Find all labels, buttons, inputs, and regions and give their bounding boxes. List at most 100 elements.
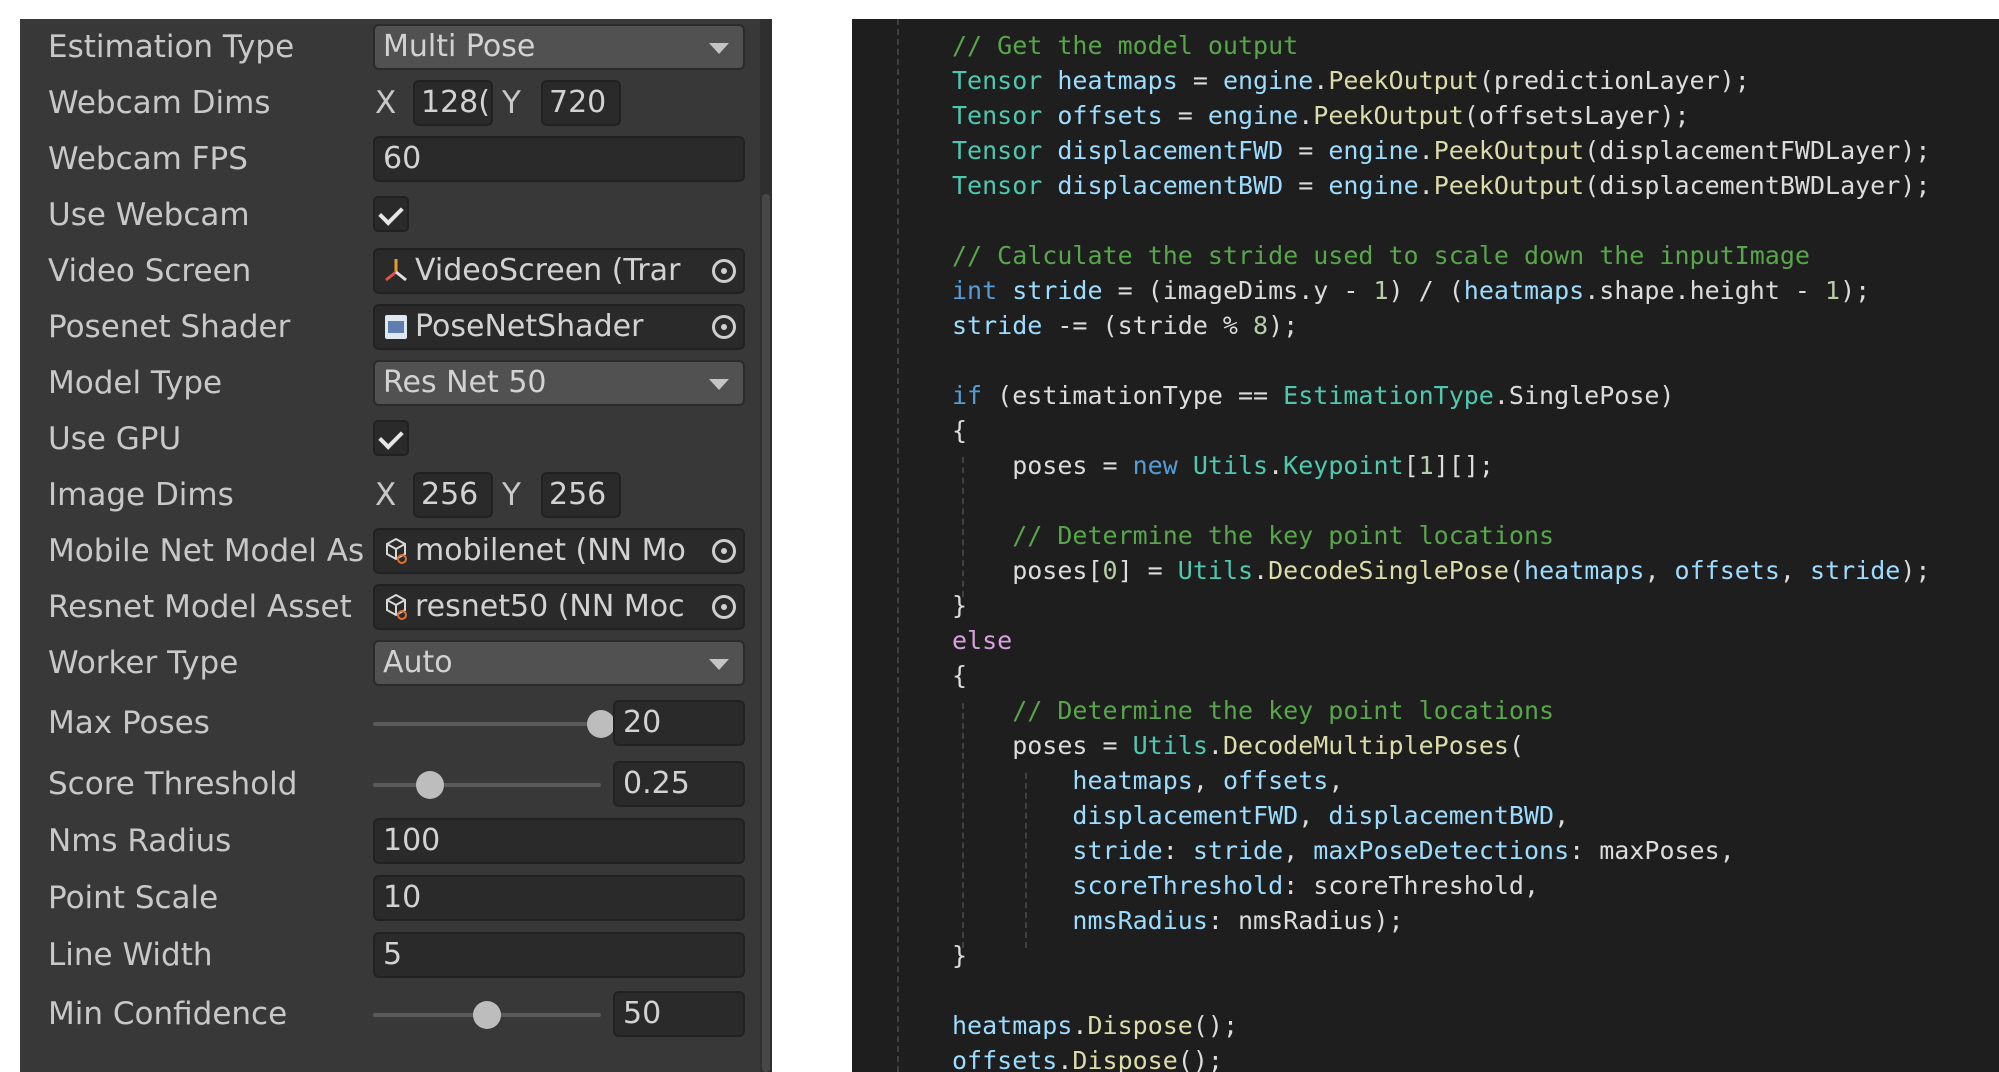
image-dims-y-field[interactable]: 256 — [541, 472, 621, 518]
min-confidence-field[interactable]: 50 — [613, 991, 745, 1037]
video-screen-object-field[interactable]: VideoScreen (Trar — [373, 248, 745, 294]
object-picker-icon[interactable] — [712, 315, 736, 339]
code-line: Tensor offsets = engine.PeekOutput(offse… — [952, 98, 1690, 133]
inspector-scrollbar[interactable] — [760, 19, 772, 1072]
max-poses-slider[interactable] — [373, 710, 615, 738]
code-line: int stride = (imageDims.y - 1) / (heatma… — [952, 273, 1870, 308]
min-confidence-slider[interactable] — [373, 1001, 601, 1029]
use-gpu-checkbox[interactable] — [373, 420, 409, 456]
code-token: .shape.height - — [1584, 276, 1826, 305]
scrollbar-thumb[interactable] — [762, 194, 770, 1072]
nms-radius-field[interactable]: 100 — [373, 818, 745, 864]
resnet-asset-object-field[interactable]: resnet50 (NN Moc — [373, 584, 745, 630]
worker-type-dropdown[interactable]: Auto — [373, 640, 745, 686]
object-picker-icon[interactable] — [712, 259, 736, 283]
code-token: poses = — [952, 731, 1133, 760]
code-token: PeekOutput — [1328, 66, 1479, 95]
code-token: = — [1177, 66, 1223, 95]
code-token: (); — [1192, 1011, 1238, 1040]
code-line: Tensor heatmaps = engine.PeekOutput(pred… — [952, 63, 1750, 98]
code-token: poses = — [952, 451, 1133, 480]
code-token: . — [1418, 136, 1434, 165]
code-token: } — [952, 941, 968, 970]
mobilenet-asset-object-field[interactable]: mobilenet (NN Mo — [373, 528, 745, 574]
code-line: scoreThreshold: scoreThreshold, — [952, 868, 1539, 903]
code-token: ( — [1508, 556, 1525, 585]
posenet-shader-object-field[interactable]: PoseNetShader — [373, 304, 745, 350]
code-token: engine — [1222, 66, 1314, 95]
point-scale-field[interactable]: 10 — [373, 875, 745, 921]
code-token: displacementFWD — [1057, 136, 1284, 165]
code-token: heatmaps — [1524, 556, 1645, 585]
code-token: poses[ — [952, 556, 1103, 585]
row-posenet-shader: Posenet Shader PoseNetShader — [20, 299, 760, 355]
code-token: engine — [1328, 136, 1419, 165]
code-token: // Get the model output — [952, 31, 1299, 60]
code-token: 0 — [1102, 556, 1118, 585]
code-token: , — [1328, 766, 1344, 795]
code-token: offsets — [1674, 556, 1780, 585]
row-image-dims: Image Dims X 256 Y 256 — [20, 467, 760, 523]
code-token: else — [952, 626, 1013, 655]
estimation-type-value: Multi Pose — [383, 29, 536, 64]
object-picker-icon[interactable] — [712, 539, 736, 563]
row-resnet-asset: Resnet Model Asset resnet50 (NN Moc — [20, 579, 760, 635]
slider-handle[interactable] — [416, 771, 444, 799]
code-token: PeekOutput — [1313, 101, 1464, 130]
mobilenet-asset-label: Mobile Net Model As — [48, 533, 365, 569]
score-threshold-field[interactable]: 0.25 — [613, 761, 745, 807]
model-type-dropdown[interactable]: Res Net 50 — [373, 360, 745, 406]
code-token: EstimationType — [1283, 381, 1494, 410]
code-token: = — [1162, 101, 1208, 130]
point-scale-label: Point Scale — [48, 880, 219, 916]
webcam-dims-x-field[interactable]: 128( — [413, 80, 493, 126]
code-token: // Calculate the stride used to scale do… — [952, 241, 1810, 270]
code-line: if (estimationType == EstimationType.Sin… — [952, 378, 1674, 413]
checkmark-icon — [378, 200, 404, 226]
code-editor[interactable]: // Get the model output Tensor heatmaps =… — [852, 19, 1999, 1072]
mobilenet-asset-value: mobilenet (NN Mo — [415, 533, 686, 568]
line-width-field[interactable]: 5 — [373, 932, 745, 978]
slider-handle[interactable] — [587, 710, 615, 738]
code-token: Tensor — [952, 101, 1043, 130]
code-token: if — [952, 381, 983, 410]
code-token: displacementBWD — [1328, 801, 1555, 830]
code-token: ][]; — [1433, 451, 1494, 480]
webcam-dims-y-label: Y — [502, 85, 521, 121]
code-token: Utils — [1132, 731, 1208, 760]
row-max-poses: Max Poses 20 — [20, 695, 760, 751]
code-token: (estimationType == — [982, 381, 1284, 410]
row-estimation-type: Estimation Type Multi Pose — [20, 19, 760, 75]
code-token: displacementFWD — [1072, 801, 1299, 830]
use-webcam-checkbox[interactable] — [373, 196, 409, 232]
code-token: Tensor — [952, 171, 1043, 200]
max-poses-label: Max Poses — [48, 705, 210, 741]
score-threshold-slider[interactable] — [373, 771, 601, 799]
webcam-fps-field[interactable]: 60 — [373, 136, 745, 182]
code-token: : maxPoses, — [1569, 836, 1735, 865]
code-token: (displacementFWDLayer); — [1584, 136, 1931, 165]
model-type-label: Model Type — [48, 365, 223, 401]
slider-handle[interactable] — [473, 1001, 501, 1029]
max-poses-field[interactable]: 20 — [613, 700, 745, 746]
code-token: offsets — [1222, 766, 1329, 795]
webcam-dims-y-field[interactable]: 720 — [541, 80, 621, 126]
code-token: Dispose — [1072, 1046, 1178, 1072]
code-token: { — [952, 661, 968, 690]
row-mobilenet-asset: Mobile Net Model As mobilenet (NN Mo — [20, 523, 760, 579]
estimation-type-dropdown[interactable]: Multi Pose — [373, 24, 745, 70]
code-token: -= (stride % — [1042, 311, 1254, 340]
code-line: // Get the model output — [952, 28, 1298, 63]
code-token: stride — [1012, 276, 1103, 305]
code-token: PeekOutput — [1433, 171, 1585, 200]
code-token: DecodeMultiplePoses — [1222, 731, 1509, 760]
chevron-down-icon — [709, 43, 729, 54]
image-dims-x-field[interactable]: 256 — [413, 472, 493, 518]
code-token: heatmaps — [1057, 66, 1178, 95]
object-picker-icon[interactable] — [712, 595, 736, 619]
code-token: DecodeSinglePose — [1268, 556, 1509, 585]
min-confidence-label: Min Confidence — [48, 996, 288, 1032]
